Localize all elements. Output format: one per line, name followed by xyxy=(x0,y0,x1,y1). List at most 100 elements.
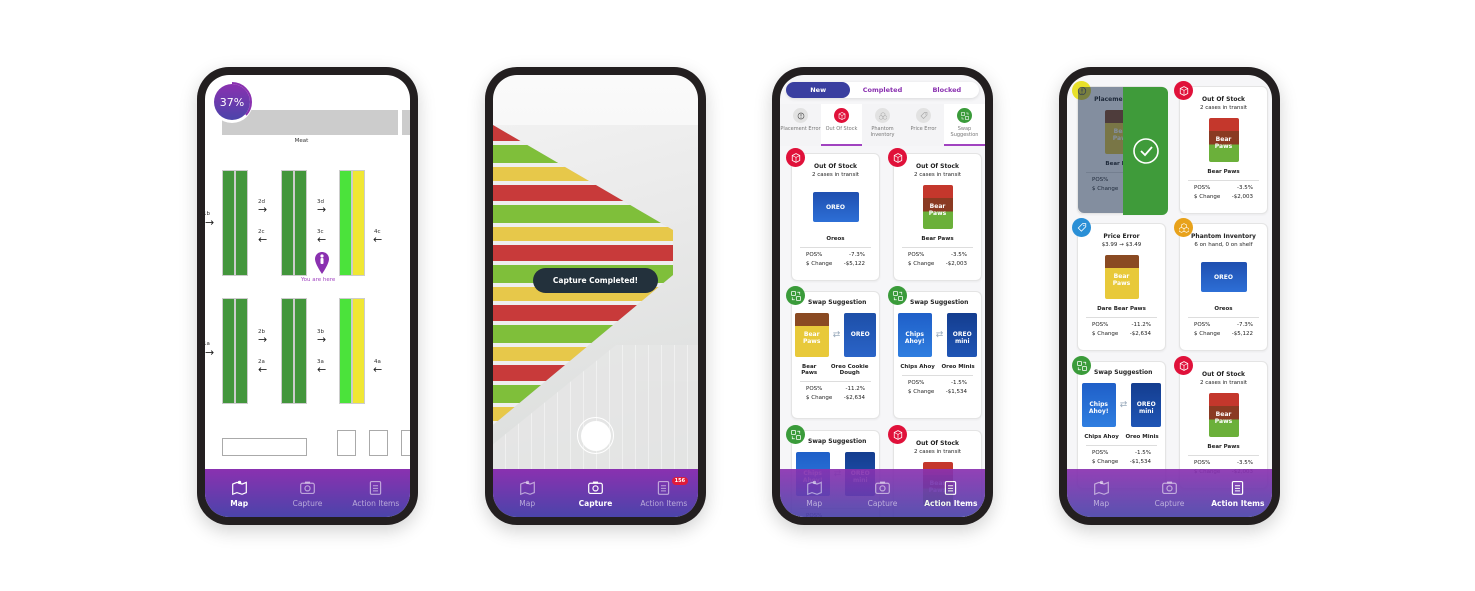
nav-label: Capture xyxy=(1154,498,1185,508)
swap-arrows-icon: ⇄ xyxy=(1119,400,1128,410)
tab-new[interactable]: New xyxy=(786,82,851,98)
nav-capture[interactable]: Capture xyxy=(273,469,341,517)
product-logo: Bear Paws xyxy=(1214,410,1233,425)
location-pin-icon[interactable] xyxy=(315,252,329,274)
nav-map[interactable]: Map xyxy=(493,469,561,517)
category-out-of-stock[interactable]: Out Of Stock xyxy=(821,104,862,146)
divider xyxy=(1188,317,1259,318)
swap-icon xyxy=(957,108,972,123)
metric-label: $ Change xyxy=(1092,331,1119,337)
metric-value: -$2,634 xyxy=(1129,331,1151,337)
camera-icon xyxy=(300,481,315,494)
aisle-shelf[interactable] xyxy=(339,298,352,404)
action-card-swap[interactable]: Swap Suggestion Bear Paws ⇄ OREO Bear Paws Or… xyxy=(786,286,880,419)
product-names: Bear Paws xyxy=(1180,444,1267,450)
card-title: Out Of Stock xyxy=(916,163,959,170)
metric-pos: POS% -7.3% xyxy=(1180,322,1267,328)
product-images: Bear Paws xyxy=(1180,390,1267,440)
aisle-shelf[interactable] xyxy=(281,298,294,404)
nav-action-items[interactable]: Action Items 156 xyxy=(630,469,698,517)
metric-value: -1.5% xyxy=(951,380,967,386)
swipe-complete-button[interactable] xyxy=(1123,87,1168,215)
nav-capture[interactable]: Capture xyxy=(561,469,629,517)
metric-pos: POS% -11.2% xyxy=(792,386,879,392)
divider xyxy=(1188,455,1259,456)
metric-value: -$2,003 xyxy=(1231,194,1253,200)
phone-action-items: New Completed Blocked Placement Error Out… xyxy=(772,67,993,525)
nav-action-items[interactable]: Action Items xyxy=(917,469,985,517)
nav-action-items[interactable]: Action Items xyxy=(1204,469,1272,517)
aisle-shelf[interactable] xyxy=(281,170,294,276)
boxes-icon xyxy=(875,108,890,123)
aisle-shelf[interactable] xyxy=(352,298,365,404)
nav-label: Map xyxy=(230,498,249,508)
metric-label: POS% xyxy=(908,380,925,386)
arrow-left-icon: ← xyxy=(317,233,327,246)
map-icon xyxy=(806,480,822,495)
nav-label: Map xyxy=(519,498,536,508)
nav-capture[interactable]: Capture xyxy=(1135,469,1203,517)
checkout-area[interactable] xyxy=(222,438,307,456)
register[interactable] xyxy=(401,430,410,456)
nav-map[interactable]: Map xyxy=(205,469,273,517)
action-card-phantom[interactable]: Phantom Inventory 6 on hand, 0 on shelf OR… xyxy=(1174,218,1268,351)
metric-value: -$2,634 xyxy=(843,395,865,401)
divider xyxy=(1086,317,1157,318)
aisle-shelf[interactable] xyxy=(294,170,307,276)
card-subtitle: 2 cases in transit xyxy=(1199,380,1248,386)
card-title: Out Of Stock xyxy=(1202,371,1245,378)
tab-blocked[interactable]: Blocked xyxy=(915,82,979,98)
aisle-shelf[interactable] xyxy=(352,170,365,276)
metric-value: -$5,122 xyxy=(1231,331,1253,337)
action-card-price[interactable]: Price Error $3.99 → $3.49 Bear Paws Dare Be… xyxy=(1072,218,1166,351)
action-card-oos[interactable]: Out Of Stock 2 cases in transit Bear Paws B… xyxy=(1174,81,1268,214)
register[interactable] xyxy=(369,430,388,456)
checklist-icon xyxy=(1232,480,1244,495)
metric-pos: POS% -3.5% xyxy=(1180,460,1267,466)
metric-label: $ Change xyxy=(1194,331,1221,337)
action-card-oos[interactable]: Out Of Stock 2 cases in transit Bear Paws B… xyxy=(888,148,982,281)
action-card-oos[interactable]: Out Of Stock 2 cases in transit OREO Oreos P… xyxy=(786,148,880,281)
metric-label: $ Change xyxy=(806,395,833,401)
metric-label: $ Change xyxy=(908,389,935,395)
camera-icon xyxy=(1162,481,1177,494)
product-logo: Bear Paws xyxy=(803,330,821,345)
aisle-shelf[interactable] xyxy=(222,170,235,276)
product-images: Chips Ahoy! ⇄ OREO mini xyxy=(894,310,981,360)
product-image: Chips Ahoy! xyxy=(1081,383,1116,427)
aisle-shelf[interactable] xyxy=(222,298,235,404)
metric-value: -$1,534 xyxy=(945,389,967,395)
metric-label: $ Change xyxy=(806,261,833,267)
action-card-placement[interactable]: Placement ErrorBear PawsBear PawsPOS%$ C… xyxy=(1072,81,1168,215)
nav-capture[interactable]: Capture xyxy=(848,469,916,517)
register[interactable] xyxy=(337,430,356,456)
metric-change: $ Change -$1,534 xyxy=(894,389,981,395)
category-label: Placement Error xyxy=(780,126,821,132)
action-card-swap[interactable]: Swap Suggestion Chips Ahoy! ⇄ OREO mini Chip… xyxy=(888,286,982,419)
product-logo: OREO mini xyxy=(1136,400,1156,415)
metric-label: POS% xyxy=(806,386,823,392)
category-swap-suggestion[interactable]: Swap Suggestion xyxy=(944,104,985,146)
category-phantom-inventory[interactable]: Phantom Inventory xyxy=(862,104,903,146)
phone-capture: Capture Completed! Map Capture Action It… xyxy=(485,67,706,525)
nav-map[interactable]: Map xyxy=(780,469,848,517)
checklist-icon xyxy=(658,480,670,495)
tab-completed[interactable]: Completed xyxy=(850,82,914,98)
metric-label: POS% xyxy=(1194,322,1211,328)
nav-label: Action Items xyxy=(924,498,978,508)
aisle-shelf[interactable] xyxy=(339,170,352,276)
nav-label: Capture xyxy=(578,498,613,508)
aisle-shelf[interactable] xyxy=(235,298,248,404)
category-placement-error[interactable]: Placement Error xyxy=(780,104,821,146)
category-price-error[interactable]: Price Error xyxy=(903,104,944,146)
metric-pos: POS% -1.5% xyxy=(894,380,981,386)
shutter-button[interactable] xyxy=(577,417,614,454)
arrow-right-icon: → xyxy=(258,203,268,216)
nav-map[interactable]: Map xyxy=(1067,469,1135,517)
card-subtitle: $3.99 → $3.49 xyxy=(1101,242,1142,248)
card-subtitle: 2 cases in transit xyxy=(913,172,962,178)
nav-action-items[interactable]: Action Items xyxy=(342,469,410,517)
aisle-shelf[interactable] xyxy=(294,298,307,404)
aisle-shelf[interactable] xyxy=(235,170,248,276)
checklist-icon xyxy=(945,480,957,495)
